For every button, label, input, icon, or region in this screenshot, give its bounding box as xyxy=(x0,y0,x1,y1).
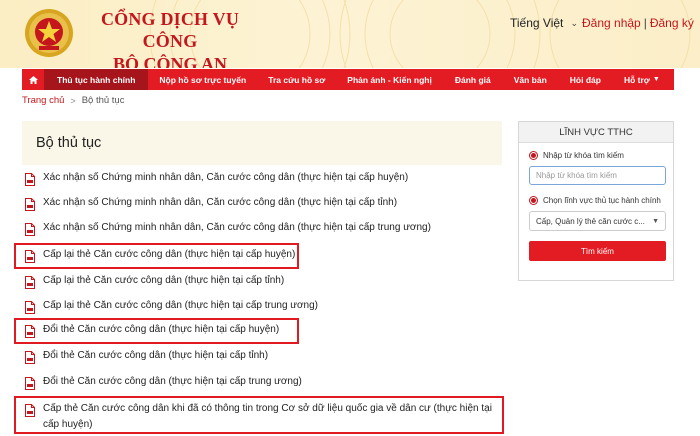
procedure-link[interactable]: Đổi thẻ Căn cước công dân (thực hiện tại… xyxy=(43,348,268,364)
brand-title: CỔNG DỊCH VỤ CÔNG xyxy=(100,9,240,51)
procedure-link[interactable]: Cấp lại thẻ Căn cước công dân (thực hiện… xyxy=(43,273,284,289)
site-header: CỔNG DỊCH VỤ CÔNG BỘ CÔNG AN Tiếng Việt … xyxy=(0,0,700,68)
nav-item-label: Thủ tục hành chính xyxy=(57,74,136,85)
search-button[interactable]: Tìm kiếm xyxy=(529,241,666,261)
keyword-search-input[interactable]: Nhập từ khóa tìm kiếm xyxy=(529,166,666,185)
nav-item-tra-cuu[interactable]: Tra cứu hồ sơ xyxy=(257,69,336,90)
language-value: Tiếng Việt xyxy=(510,16,564,30)
pdf-document-icon xyxy=(25,351,35,364)
pdf-document-icon xyxy=(25,198,35,211)
procedure-item[interactable]: Đổi thẻ Căn cước công dân (thực hiện tại… xyxy=(22,348,507,364)
nav-item-label: Hỗ trợ xyxy=(623,74,650,85)
auth-separator: | xyxy=(643,16,647,30)
site-brand[interactable]: CỔNG DỊCH VỤ CÔNG BỘ CÔNG AN xyxy=(80,8,260,68)
procedure-item[interactable]: Xác nhận số Chứng minh nhân dân, Căn cướ… xyxy=(22,195,507,211)
main-nav: Thủ tục hành chính Nộp hồ sơ trực tuyến … xyxy=(22,69,674,90)
highlight-box xyxy=(14,243,299,269)
pdf-document-icon xyxy=(25,223,35,236)
language-select[interactable]: Tiếng Việt ⌄ xyxy=(510,14,578,32)
nav-item-phan-anh[interactable]: Phản ánh - Kiến nghị xyxy=(336,69,443,90)
procedure-item[interactable]: Đổi thẻ Căn cước công dân (thực hiện tại… xyxy=(22,374,507,390)
breadcrumb-current: Bộ thủ tục xyxy=(81,95,125,106)
nav-item-label: Phản ánh - Kiến nghị xyxy=(347,74,432,85)
keyword-placeholder: Nhập từ khóa tìm kiếm xyxy=(536,171,617,180)
nav-item-thu-tuc-hanh-chinh[interactable]: Thủ tục hành chính xyxy=(44,69,149,90)
caret-down-icon: ▼ xyxy=(652,76,660,83)
nav-item-label: Nộp hồ sơ trực tuyến xyxy=(159,74,247,85)
procedure-link[interactable]: Cấp lại thẻ Căn cước công dân (thực hiện… xyxy=(43,298,318,314)
nav-item-hoi-dap[interactable]: Hỏi đáp xyxy=(558,69,613,90)
keyword-radio-label: Nhập từ khóa tìm kiếm xyxy=(543,151,624,160)
nav-item-label: Văn bản xyxy=(513,74,547,85)
breadcrumb: Trang chủ > Bộ thủ tục xyxy=(22,95,124,106)
nav-item-label: Đánh giá xyxy=(454,74,491,85)
home-icon xyxy=(28,75,38,84)
nav-item-label: Tra cứu hồ sơ xyxy=(268,74,326,85)
auth-links: Đăng nhập | Đăng ký xyxy=(582,14,694,32)
radio-selected-icon xyxy=(529,196,538,205)
nav-item-label: Hỏi đáp xyxy=(569,74,601,85)
nav-item-nop-ho-so[interactable]: Nộp hồ sơ trực tuyến xyxy=(148,69,257,90)
procedure-link[interactable]: Xác nhận số Chứng minh nhân dân, Căn cướ… xyxy=(43,195,397,211)
procedure-link[interactable]: Đổi thẻ Căn cước công dân (thực hiện tại… xyxy=(43,374,302,390)
procedure-item[interactable]: Xác nhận số Chứng minh nhân dân, Căn cướ… xyxy=(22,220,507,236)
procedure-link[interactable]: Xác nhận số Chứng minh nhân dân, Căn cướ… xyxy=(43,220,431,236)
nav-item-danh-gia[interactable]: Đánh giá xyxy=(443,69,503,90)
chevron-down-icon: ⌄ xyxy=(570,17,578,28)
breadcrumb-separator: > xyxy=(70,95,76,106)
breadcrumb-home[interactable]: Trang chủ xyxy=(22,95,64,106)
keyword-radio[interactable]: Nhập từ khóa tìm kiếm xyxy=(529,151,624,160)
procedure-item[interactable]: Cấp lại thẻ Căn cước công dân (thực hiện… xyxy=(22,273,507,289)
page-title-box: Bộ thủ tục xyxy=(22,121,502,165)
pdf-document-icon xyxy=(25,377,35,390)
field-filter-panel: LĨNH VỰC TTHC Nhập từ khóa tìm kiếm Nhập… xyxy=(518,121,674,281)
pdf-document-icon xyxy=(25,276,35,289)
pdf-document-icon xyxy=(25,173,35,186)
highlight-box xyxy=(14,396,504,434)
procedure-item[interactable]: Cấp lại thẻ Căn cước công dân (thực hiện… xyxy=(22,298,507,314)
radio-selected-icon xyxy=(529,151,538,160)
highlight-box xyxy=(14,318,299,344)
sidebar-title: LĨNH VỰC TTHC xyxy=(519,122,673,143)
procedure-item[interactable]: Xác nhận số Chứng minh nhân dân, Căn cướ… xyxy=(22,170,507,186)
login-link[interactable]: Đăng nhập xyxy=(582,16,641,30)
nav-home[interactable] xyxy=(22,69,44,90)
field-select[interactable]: Cấp, Quản lý thẻ căn cước c... ▼ xyxy=(529,211,666,231)
procedure-link[interactable]: Xác nhận số Chứng minh nhân dân, Căn cướ… xyxy=(43,170,408,186)
pdf-document-icon xyxy=(25,301,35,314)
field-radio[interactable]: Chọn lĩnh vực thủ tục hành chính xyxy=(529,196,661,205)
nav-item-van-ban[interactable]: Văn bản xyxy=(503,69,558,90)
page-title: Bộ thủ tục xyxy=(36,135,102,151)
register-link[interactable]: Đăng ký xyxy=(650,16,694,30)
chevron-down-icon: ▼ xyxy=(652,217,659,225)
field-select-value: Cấp, Quản lý thẻ căn cước c... xyxy=(536,216,645,226)
field-radio-label: Chọn lĩnh vực thủ tục hành chính xyxy=(543,196,661,205)
police-emblem-icon[interactable] xyxy=(24,8,74,58)
brand-subtitle: BỘ CÔNG AN xyxy=(112,54,227,68)
nav-item-ho-tro[interactable]: Hỗ trợ ▼ xyxy=(613,69,671,90)
